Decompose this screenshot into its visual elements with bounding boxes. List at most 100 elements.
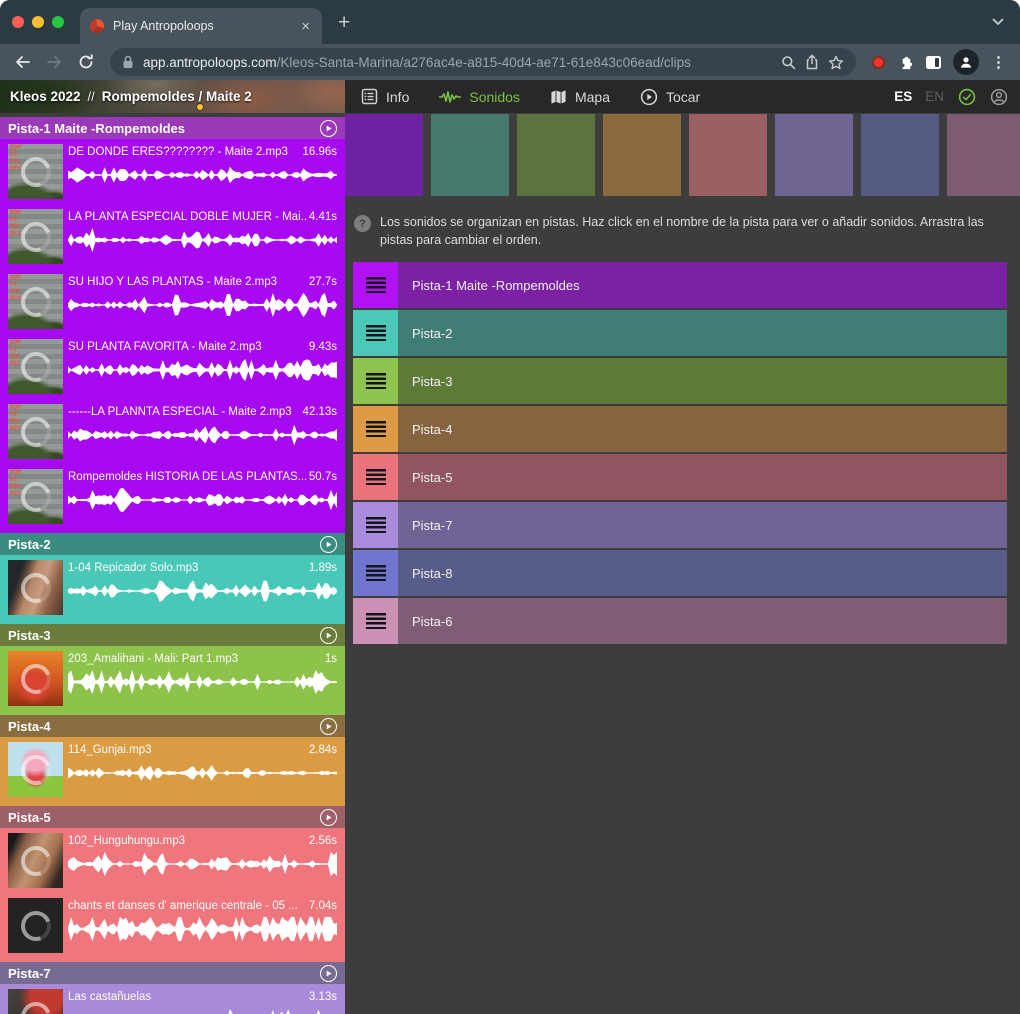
audio-clip[interactable]: 1-04 Repicador Solo.mp31.89s xyxy=(0,555,345,620)
clip-thumbnail xyxy=(8,209,63,264)
audio-clip[interactable]: 203_Amalihani - Mali: Part 1.mp31s xyxy=(0,646,345,711)
audio-clip[interactable]: ------LA PLANNTA ESPECIAL - Maite 2.mp34… xyxy=(0,399,345,464)
zoom-search-icon[interactable] xyxy=(781,55,796,70)
nav-tocar[interactable]: Tocar xyxy=(640,88,700,106)
clip-waveform xyxy=(68,578,337,604)
browser-window: Play Antropoloops × + app.antropoloops.c… xyxy=(0,0,1020,1014)
record-extension-icon[interactable] xyxy=(872,56,885,69)
track-row-body[interactable]: Pista-8 xyxy=(398,550,1007,596)
play-track-button[interactable] xyxy=(320,718,337,735)
track-section-header[interactable]: Pista-7 xyxy=(0,962,345,984)
track-row-body[interactable]: Pista-4 xyxy=(398,406,1007,452)
audio-clip[interactable]: 114_Gunjai.mp32.84s xyxy=(0,737,345,802)
browser-menu-icon[interactable]: ⋮ xyxy=(991,53,1006,71)
palette-swatch xyxy=(345,114,423,196)
play-track-button[interactable] xyxy=(320,627,337,644)
nav-info[interactable]: Info xyxy=(361,88,409,105)
nav-sonidos[interactable]: Sonidos xyxy=(439,89,520,105)
lang-es[interactable]: ES xyxy=(894,89,912,104)
clip-title-row: LA PLANTA ESPECIAL DOBLE MUJER - Mai...4… xyxy=(68,211,337,223)
audio-clip[interactable]: SU PLANTA FAVORITA - Maite 2.mp39.43s xyxy=(0,334,345,399)
track-drag-handle[interactable] xyxy=(353,310,398,356)
new-tab-button[interactable]: + xyxy=(338,12,350,33)
track-list: Pista-1 Maite -RompemoldesPista-2Pista-3… xyxy=(345,262,1020,644)
clip-main: 102_Hunguhungu.mp32.56s xyxy=(68,833,337,893)
nav-mapa[interactable]: Mapa xyxy=(550,89,610,105)
track-row[interactable]: Pista-2 xyxy=(353,310,1007,356)
minimize-window-button[interactable] xyxy=(32,16,44,28)
track-row-body[interactable]: Pista-7 xyxy=(398,502,1007,548)
track-row[interactable]: Pista-1 Maite -Rompemoldes xyxy=(353,262,1007,308)
nav-label: Mapa xyxy=(575,89,610,105)
track-drag-handle[interactable] xyxy=(353,598,398,644)
track-section-header[interactable]: Pista-2 xyxy=(0,533,345,555)
track-drag-handle[interactable] xyxy=(353,406,398,452)
audio-clip[interactable]: SU HIJO Y LAS PLANTAS - Maite 2.mp327.7s xyxy=(0,269,345,334)
track-row[interactable]: Pista-7 xyxy=(353,502,1007,548)
play-track-button[interactable] xyxy=(320,809,337,826)
drag-handle-icon xyxy=(366,517,386,533)
close-window-button[interactable] xyxy=(12,16,24,28)
audio-clip[interactable]: Rompemoldes HISTORIA DE LAS PLANTAS...50… xyxy=(0,464,345,529)
clip-thumbnail xyxy=(8,833,63,888)
clip-main: LA PLANTA ESPECIAL DOBLE MUJER - Mai...4… xyxy=(68,209,337,269)
track-drag-handle[interactable] xyxy=(353,502,398,548)
lang-switch: ES EN xyxy=(894,89,944,104)
track-row-body[interactable]: Pista-1 Maite -Rompemoldes xyxy=(398,262,1007,308)
track-section-header[interactable]: Pista-5 xyxy=(0,806,345,828)
track-row-body[interactable]: Pista-6 xyxy=(398,598,1007,644)
audio-clip[interactable]: DE DONDE ERES???????? - Maite 2.mp316.96… xyxy=(0,139,345,204)
track-row[interactable]: Pista-5 xyxy=(353,454,1007,500)
play-track-button[interactable] xyxy=(320,536,337,553)
track-section-header[interactable]: Pista-4 xyxy=(0,715,345,737)
audio-clip[interactable]: chants et danses d' amerique centrale - … xyxy=(0,893,345,958)
url-bar[interactable]: app.antropoloops.com/Kleos-Santa-Marina/… xyxy=(110,48,856,76)
clip-waveform xyxy=(68,292,337,318)
track-row-body[interactable]: Pista-3 xyxy=(398,358,1007,404)
clip-thumbnail xyxy=(8,560,63,615)
track-row[interactable]: Pista-8 xyxy=(353,550,1007,596)
play-track-button[interactable] xyxy=(320,120,337,137)
track-row[interactable]: Pista-4 xyxy=(353,406,1007,452)
tab-close-icon[interactable]: × xyxy=(299,17,312,36)
clip-duration: 4.41s xyxy=(309,211,337,223)
clip-main: Las castañuelas3.13s xyxy=(68,989,337,1014)
track-drag-handle[interactable] xyxy=(353,358,398,404)
play-track-button[interactable] xyxy=(320,965,337,982)
clip-waveform xyxy=(68,422,337,448)
track-row[interactable]: Pista-6 xyxy=(353,598,1007,644)
app-header: Kleos 2022 // Rompemoldes / Maite 2 Info… xyxy=(0,80,1020,113)
track-drag-handle[interactable] xyxy=(353,262,398,308)
clip-thumbnail xyxy=(8,339,63,394)
track-row-body[interactable]: Pista-5 xyxy=(398,454,1007,500)
extensions-puzzle-icon[interactable] xyxy=(897,54,914,71)
track-row-body[interactable]: Pista-2 xyxy=(398,310,1007,356)
extension-area: ⋮ xyxy=(868,49,1010,75)
share-icon[interactable] xyxy=(805,54,819,70)
zoom-window-button[interactable] xyxy=(52,16,64,28)
track-drag-handle[interactable] xyxy=(353,454,398,500)
audio-clip[interactable]: 102_Hunguhungu.mp32.56s xyxy=(0,828,345,893)
side-panel-extension-icon[interactable] xyxy=(926,56,941,69)
track-section-header[interactable]: Pista-1 Maite -Rompemoldes xyxy=(0,117,345,139)
browser-tab[interactable]: Play Antropoloops × xyxy=(80,8,322,44)
track-section-header[interactable]: Pista-3 xyxy=(0,624,345,646)
clip-title: SU HIJO Y LAS PLANTAS - Maite 2.mp3 xyxy=(68,276,307,288)
forward-icon[interactable] xyxy=(42,50,66,74)
track-name: Pista-6 xyxy=(412,614,452,629)
audio-clip[interactable]: Las castañuelas3.13s xyxy=(0,984,345,1014)
tab-search-chevron-icon[interactable] xyxy=(992,18,1004,26)
track-drag-handle[interactable] xyxy=(353,550,398,596)
bookmark-star-icon[interactable] xyxy=(828,55,844,70)
account-icon[interactable] xyxy=(990,88,1008,106)
url-text[interactable]: app.antropoloops.com/Kleos-Santa-Marina/… xyxy=(143,55,772,70)
audio-clip[interactable]: LA PLANTA ESPECIAL DOBLE MUJER - Mai...4… xyxy=(0,204,345,269)
track-row[interactable]: Pista-3 xyxy=(353,358,1007,404)
profile-avatar[interactable] xyxy=(953,49,979,75)
palette-swatch xyxy=(603,114,681,196)
reload-icon[interactable] xyxy=(74,50,98,74)
clip-waveform xyxy=(68,1007,337,1014)
breadcrumb[interactable]: Kleos 2022 // Rompemoldes / Maite 2 xyxy=(0,80,345,113)
lang-en[interactable]: EN xyxy=(925,89,944,104)
back-icon[interactable] xyxy=(10,50,34,74)
